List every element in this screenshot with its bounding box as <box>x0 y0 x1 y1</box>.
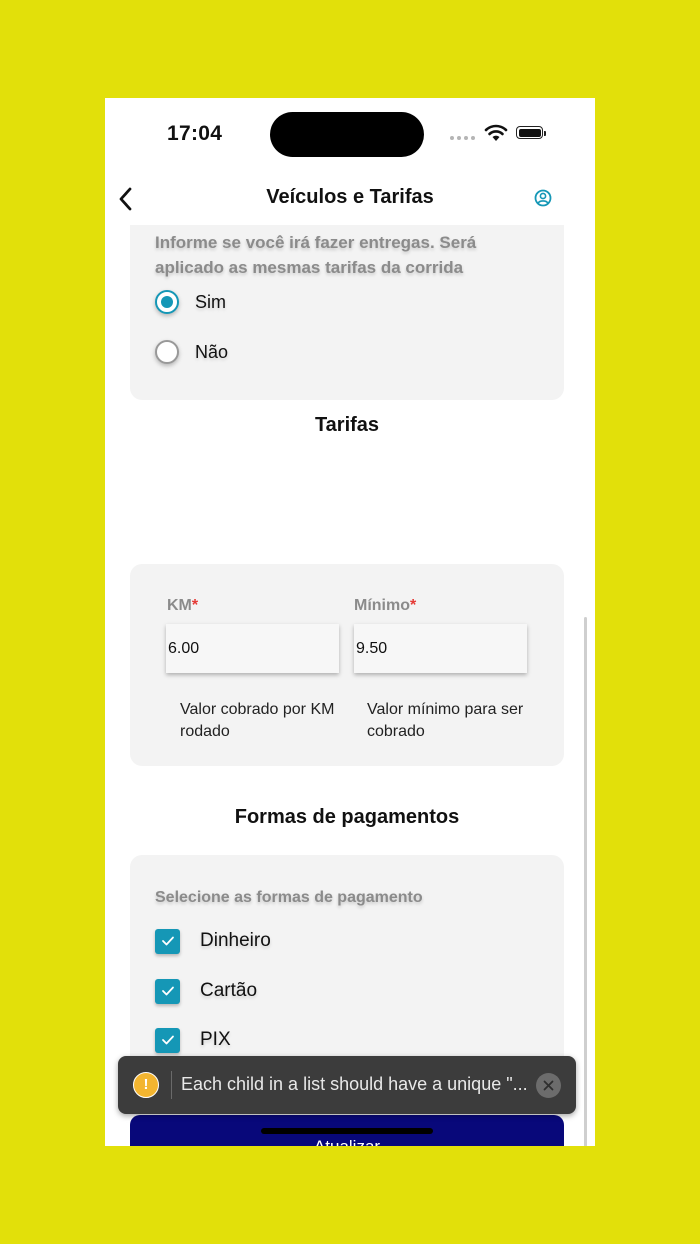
checkbox-label: Cartão <box>200 980 258 1001</box>
warning-icon: ! <box>133 1072 159 1098</box>
minimo-input[interactable] <box>354 624 527 673</box>
checkbox-label: PIX <box>200 1029 231 1050</box>
toast-divider <box>171 1071 172 1099</box>
minimo-label: Mínimo* <box>354 597 417 614</box>
checkbox-pix[interactable]: PIX <box>155 1025 231 1055</box>
radio-unselected-icon[interactable] <box>155 340 179 364</box>
scroll-content[interactable]: Informe se você irá fazer entregas. Será… <box>105 225 595 1146</box>
radio-label: Sim <box>195 291 226 312</box>
radio-selected-icon[interactable] <box>155 290 179 314</box>
signal-icon <box>450 136 475 140</box>
delivery-card: Informe se você irá fazer entregas. Será… <box>130 225 564 400</box>
delivery-hint: Informe se você irá fazer entregas. Será… <box>155 233 477 277</box>
checkbox-checked-icon[interactable] <box>155 928 180 954</box>
battery-icon <box>516 126 543 139</box>
payment-title: Formas de pagamentos <box>234 806 460 828</box>
tarifas-title: Tarifas <box>314 414 380 436</box>
checkbox-cartao[interactable]: Cartão <box>155 976 257 1006</box>
checkbox-label: Dinheiro <box>200 930 271 951</box>
payment-hint: Selecione as formas de pagamento <box>155 889 423 906</box>
user-circle-icon[interactable] <box>533 188 553 208</box>
checkbox-checked-icon[interactable] <box>155 1027 180 1053</box>
radio-option-nao[interactable]: Não <box>155 337 228 367</box>
checkbox-checked-icon[interactable] <box>155 978 180 1004</box>
payment-card: Selecione as formas de pagamento Dinheir… <box>130 855 564 1089</box>
scrollbar[interactable] <box>584 617 587 1146</box>
minimo-help: Valor mínimo para ser cobrado <box>367 701 524 740</box>
tarifas-card: KM* Valor cobrado por KM rodado Mínimo* … <box>130 564 564 766</box>
checkbox-dinheiro[interactable]: Dinheiro <box>155 926 271 956</box>
radio-label: Não <box>195 341 229 362</box>
km-input[interactable] <box>166 624 339 673</box>
km-help: Valor cobrado por KM rodado <box>180 701 335 740</box>
page-title: Veículos e Tarifas <box>266 186 434 208</box>
km-label: KM* <box>167 597 199 614</box>
phone-screen: 17:04 Veículos e Tarifas Informe se você… <box>105 98 595 1146</box>
warning-toast[interactable]: ! Each child in a list should have a uni… <box>118 1056 576 1114</box>
radio-option-sim[interactable]: Sim <box>155 287 226 317</box>
status-time: 17:04 <box>167 122 223 145</box>
home-indicator[interactable] <box>261 1128 433 1134</box>
wifi-icon <box>484 124 508 141</box>
navigation-header: Veículos e Tarifas <box>105 176 595 224</box>
close-icon[interactable] <box>536 1073 561 1098</box>
dynamic-island <box>270 112 424 157</box>
toast-message: Each child in a list should have a uniqu… <box>181 1074 528 1094</box>
